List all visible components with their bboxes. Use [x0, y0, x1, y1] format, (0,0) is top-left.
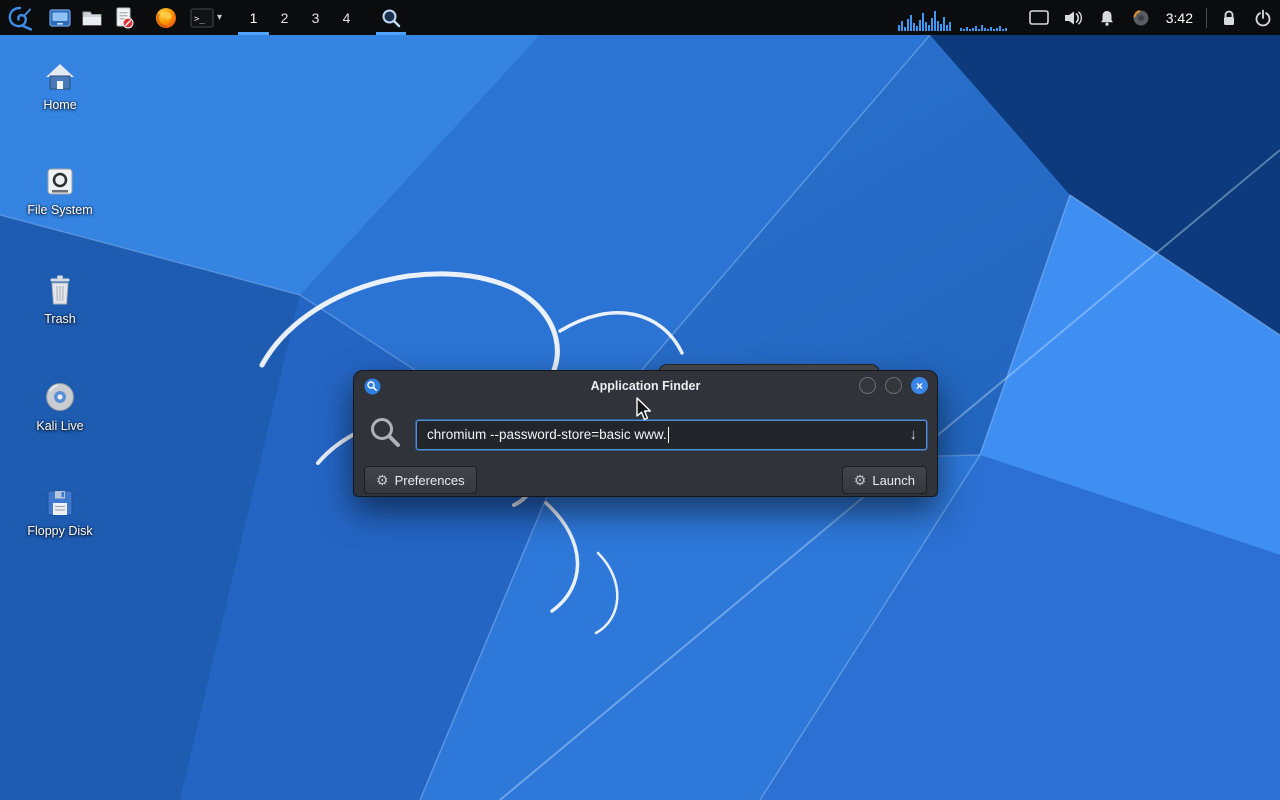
preferences-label: Preferences — [394, 472, 465, 488]
terminal-prompt-glyph: >_ — [194, 14, 205, 24]
launch-button[interactable]: ⚙ Launch — [841, 466, 927, 494]
desktop-icon-label: Kali Live — [36, 419, 84, 433]
application-finder-taskbar-icon — [382, 9, 401, 27]
search-icon — [368, 415, 402, 454]
text-editor-launcher[interactable] — [108, 0, 140, 35]
disc-icon — [46, 383, 74, 411]
panel-separator — [1206, 7, 1207, 28]
folder-icon — [82, 11, 102, 25]
text-editor-icon — [116, 7, 134, 28]
command-input[interactable]: chromium --password-store=basic www. ↓ — [416, 419, 927, 450]
trash-icon — [50, 275, 70, 305]
file-system-icon — [47, 168, 73, 195]
clock[interactable]: 3:42 — [1166, 10, 1193, 26]
desktop-icon-floppy-disk[interactable]: Floppy Disk — [16, 488, 104, 538]
file-manager-launcher[interactable] — [44, 0, 76, 35]
desktop[interactable]: Home File System Trash Kali Live Floppy … — [0, 35, 1280, 800]
floppy-disk-icon — [47, 490, 73, 516]
window-title: Application Finder — [590, 379, 701, 393]
dropdown-arrow-icon[interactable]: ↓ — [910, 426, 918, 443]
minimize-button[interactable] — [859, 377, 876, 394]
workspace-switcher: 1 2 3 4 — [238, 0, 362, 35]
display-icon — [1028, 9, 1049, 25]
kali-logo-icon — [8, 6, 32, 31]
maximize-button[interactable] — [885, 377, 902, 394]
power-icon — [1255, 9, 1271, 26]
folder-launcher[interactable] — [76, 0, 108, 35]
close-button[interactable]: × — [911, 377, 928, 394]
volume-icon — [1064, 11, 1082, 24]
workspace-2[interactable]: 2 — [269, 0, 300, 35]
bell-icon — [1100, 10, 1113, 26]
workspace-1[interactable]: 1 — [238, 0, 270, 35]
home-icon — [46, 64, 74, 90]
status-circle-icon — [1133, 9, 1149, 25]
desktop-icon-label: Floppy Disk — [27, 524, 93, 538]
desktop-icon-file-system[interactable]: File System — [16, 167, 104, 217]
terminal-launcher[interactable]: >_ ▾ — [186, 0, 226, 35]
launch-icon: ⚙ — [853, 471, 867, 488]
window-buttons: × — [859, 377, 928, 394]
display-tray-button[interactable] — [1022, 0, 1056, 35]
desktop-icon-label: Trash — [44, 312, 76, 326]
titlebar[interactable]: Application Finder × — [354, 371, 937, 401]
finder-button-row: ⚙ Preferences ⚙ Launch — [354, 454, 937, 504]
firefox-icon — [156, 7, 176, 28]
status-tray-button[interactable] — [1124, 0, 1158, 35]
volume-tray-button[interactable] — [1056, 0, 1090, 35]
file-manager-icon — [49, 8, 71, 27]
desktop-icon-trash[interactable]: Trash — [16, 274, 104, 326]
desktop-icon-kali-live[interactable]: Kali Live — [16, 381, 104, 433]
gear-icon: ⚙ — [376, 471, 389, 488]
lock-screen-button[interactable] — [1212, 0, 1246, 35]
launch-label: Launch — [872, 472, 915, 488]
lock-icon — [1224, 10, 1234, 25]
command-text: chromium --password-store=basic www. — [427, 427, 667, 442]
logout-button[interactable] — [1246, 0, 1280, 35]
screen: >_ ▾ 1 2 3 4 3:42 Home File System Trash… — [0, 0, 1280, 800]
chevron-down-icon[interactable]: ▾ — [217, 12, 222, 23]
desktop-icon-label: File System — [27, 203, 93, 217]
firefox-launcher[interactable] — [150, 0, 182, 35]
workspace-4[interactable]: 4 — [331, 0, 362, 35]
application-finder-icon — [364, 378, 381, 395]
terminal-icon: >_ — [190, 8, 214, 27]
text-caret — [667, 426, 669, 443]
desktop-icon-label: Home — [43, 98, 77, 112]
workspace-3[interactable]: 3 — [300, 0, 331, 35]
application-finder-window: Application Finder × chromium --password… — [353, 370, 938, 497]
applications-menu-button[interactable] — [0, 0, 38, 35]
system-monitor-graph-1[interactable] — [897, 5, 952, 31]
system-monitor-graph-2[interactable] — [959, 5, 1014, 31]
desktop-icon-home[interactable]: Home — [16, 62, 104, 112]
taskbar-application-finder[interactable] — [376, 0, 407, 35]
preferences-button[interactable]: ⚙ Preferences — [364, 466, 477, 494]
top-panel: >_ ▾ 1 2 3 4 3:42 — [0, 0, 1280, 35]
notification-tray-button[interactable] — [1090, 0, 1124, 35]
finder-body: chromium --password-store=basic www. ↓ — [354, 401, 937, 454]
